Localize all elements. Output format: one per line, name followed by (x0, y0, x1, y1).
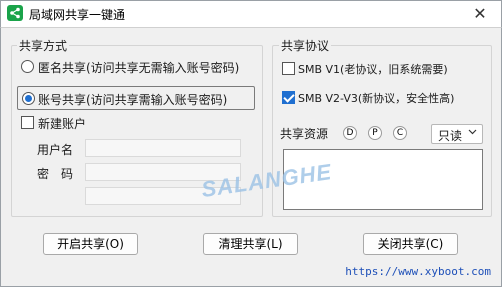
username-field[interactable] (85, 139, 241, 157)
close-window-button[interactable]: ✕ (465, 3, 495, 25)
title-bar: 局域网共享一键通 ✕ (0, 0, 502, 27)
smb-v2-checkbox[interactable] (282, 91, 295, 104)
anonymous-share-label[interactable]: 匿名共享(访问共享无需输入账号密码) (38, 59, 239, 76)
access-mode-value: 只读 (438, 129, 463, 143)
chevron-down-icon (468, 127, 477, 139)
username-label: 用户名 (37, 143, 74, 157)
drive-d-button[interactable]: D (343, 126, 357, 140)
share-icon (7, 5, 23, 21)
clean-share-button[interactable]: 清理共享(L) (203, 233, 298, 255)
footer-url[interactable]: https://www.xyboot.com (345, 265, 491, 278)
share-resources-label: 共享资源 (280, 127, 329, 141)
new-account-checkbox[interactable] (21, 116, 34, 129)
drive-p-button[interactable]: P (368, 126, 382, 140)
anonymous-share-radio[interactable] (21, 60, 34, 73)
password-label: 密 码 (37, 167, 74, 181)
open-share-button[interactable]: 开启共享(O) (43, 233, 138, 255)
account-share-radio[interactable] (22, 92, 35, 105)
drive-c-button[interactable]: C (393, 126, 407, 140)
smb-v1-label[interactable]: SMB V1(老协议，旧系统需要) (298, 61, 448, 77)
account-share-label[interactable]: 账号共享(访问共享需输入账号密码) (38, 91, 227, 108)
access-mode-select[interactable]: 只读 (431, 124, 483, 144)
share-protocol-group-label: 共享协议 (279, 37, 332, 54)
new-account-label[interactable]: 新建账户 (38, 115, 86, 132)
window-title: 局域网共享一键通 (29, 8, 126, 22)
close-share-button[interactable]: 关闭共享(C) (363, 233, 458, 255)
smb-v1-checkbox[interactable] (282, 62, 295, 75)
dialog-body: 共享方式 匿名共享(访问共享无需输入账号密码) 账号共享(访问共享需输入账号密码… (0, 27, 502, 287)
share-mode-group-label: 共享方式 (17, 37, 70, 54)
smb-v2-label[interactable]: SMB V2-V3(新协议，安全性高) (298, 90, 454, 106)
